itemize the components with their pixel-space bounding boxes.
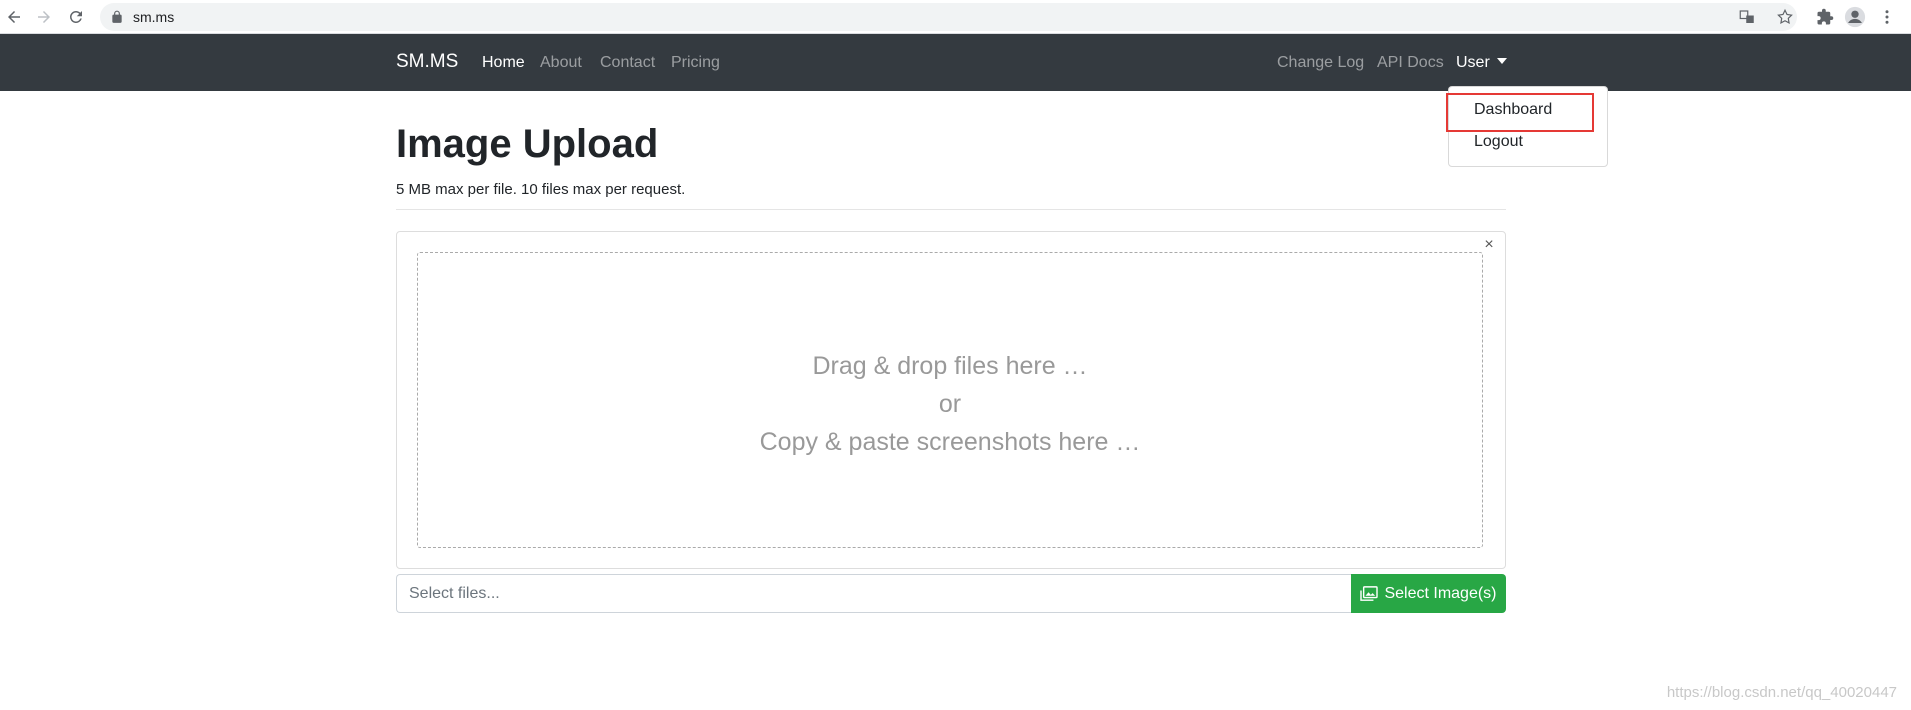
highlight-annotation (1446, 93, 1594, 132)
address-bar[interactable]: sm.ms (100, 3, 1797, 31)
arrow-left-icon (8, 11, 20, 23)
brand-logo[interactable]: SM.MS (396, 51, 458, 73)
profile-button[interactable] (1843, 5, 1867, 29)
dropdown-item-logout[interactable]: Logout (1474, 133, 1523, 151)
lock-icon (112, 10, 122, 23)
watermark-text: https://blog.csdn.net/qq_40020447 (1666, 684, 1897, 701)
images-icon (1360, 585, 1379, 601)
forward-button[interactable] (32, 5, 56, 29)
drop-zone-line-2: or (938, 390, 962, 418)
user-menu-toggle[interactable]: User (1456, 54, 1507, 72)
reload-icon (69, 10, 82, 23)
drop-zone[interactable]: Drag & drop files here … or Copy & paste… (417, 252, 1483, 548)
arrow-right-icon (38, 11, 50, 23)
select-images-button[interactable]: Select Image(s) (1351, 574, 1506, 613)
account-circle-icon (1844, 6, 1866, 28)
puzzle-icon (1817, 8, 1834, 25)
nav-api-docs[interactable]: API Docs (1377, 54, 1444, 72)
drop-zone-line-3: Copy & paste screenshots here … (759, 428, 1141, 456)
nav-about[interactable]: About (540, 54, 582, 72)
bookmark-star-icon[interactable] (1776, 8, 1794, 26)
select-images-label: Select Image(s) (1384, 584, 1497, 602)
translate-icon[interactable] (1738, 8, 1756, 26)
nav-change-log[interactable]: Change Log (1277, 54, 1364, 72)
site-navbar: SM.MS Home About Contact Pricing Change … (0, 34, 1911, 91)
file-input[interactable]: Select files... (396, 574, 1352, 613)
file-input-placeholder: Select files... (409, 585, 500, 602)
chrome-menu-button[interactable] (1875, 5, 1899, 29)
reload-button[interactable] (64, 5, 88, 29)
divider (396, 209, 1506, 210)
back-button[interactable] (2, 5, 26, 29)
url-text: sm.ms (133, 9, 175, 25)
upload-limits-text: 5 MB max per file. 10 files max per requ… (396, 181, 686, 198)
drop-zone-line-1: Drag & drop files here … (812, 352, 1088, 380)
page-title: Image Upload (396, 122, 659, 166)
user-menu-label: User (1456, 54, 1490, 71)
nav-pricing[interactable]: Pricing (671, 54, 720, 72)
nav-contact[interactable]: Contact (600, 54, 655, 72)
nav-home[interactable]: Home (482, 54, 525, 72)
caret-down-icon (1496, 58, 1507, 64)
browser-toolbar: sm.ms (0, 0, 1911, 34)
upload-panel: × Drag & drop files here … or Copy & pas… (396, 231, 1506, 569)
more-vertical-icon (1885, 10, 1889, 24)
extensions-button[interactable] (1813, 5, 1837, 29)
